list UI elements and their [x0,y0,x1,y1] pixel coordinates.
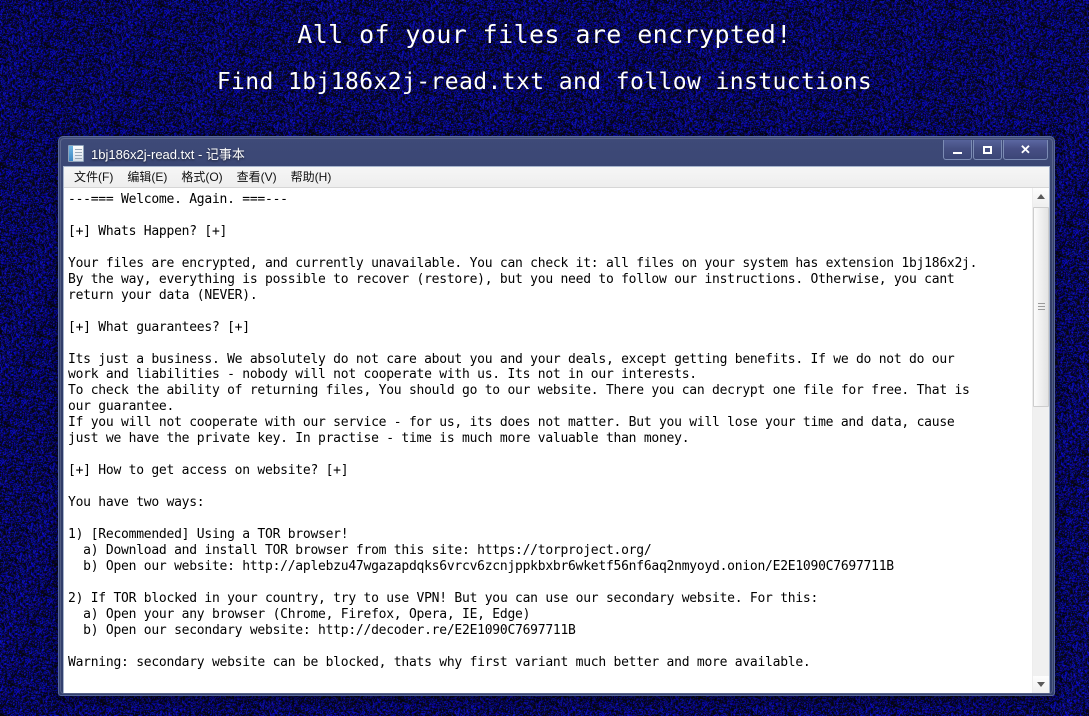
minimize-button[interactable] [943,140,972,160]
desktop-background: All of your files are encrypted! Find 1b… [0,0,1089,716]
menu-item-help[interactable]: 帮助(H) [284,167,339,188]
menu-item-file[interactable]: 文件(F) [67,167,120,188]
menu-bar: 文件(F) 编辑(E) 格式(O) 查看(V) 帮助(H) [64,167,1049,188]
vertical-scrollbar[interactable] [1032,188,1049,693]
menu-item-edit[interactable]: 编辑(E) [120,167,174,188]
wallpaper-headline: All of your files are encrypted! [297,20,792,49]
window-controls: ✕ [942,140,1048,160]
editor-area: ---=== Welcome. Again. ===--- [+] Whats … [64,188,1049,693]
scrollbar-grip-icon [1038,303,1045,304]
notepad-icon [68,144,84,162]
triangle-down-icon [1037,682,1045,687]
close-button[interactable]: ✕ [1003,140,1048,160]
close-icon: ✕ [1020,142,1031,157]
window-client-area: 文件(F) 编辑(E) 格式(O) 查看(V) 帮助(H) ---=== Wel… [63,166,1050,693]
wallpaper-subheadline: Find 1bj186x2j-read.txt and follow instu… [216,69,873,95]
triangle-up-icon [1037,194,1045,199]
menu-item-view[interactable]: 查看(V) [230,167,284,188]
window-bottom-frame [63,693,1050,697]
scroll-down-arrow-icon[interactable] [1033,676,1049,693]
scroll-up-arrow-icon[interactable] [1033,188,1049,205]
menu-item-format[interactable]: 格式(O) [174,167,229,188]
window-title-text: 1bj186x2j-read.txt - 记事本 [91,146,245,162]
ransom-note-text[interactable]: ---=== Welcome. Again. ===--- [+] Whats … [64,188,1032,693]
window-title-bar[interactable]: 1bj186x2j-read.txt - 记事本 ✕ [63,140,1050,166]
maximize-button[interactable] [973,140,1002,160]
maximize-icon [983,145,992,154]
scrollbar-thumb[interactable] [1033,207,1049,407]
minimize-icon [953,152,962,154]
notepad-window: 1bj186x2j-read.txt - 记事本 ✕ 文件(F) 编辑(E) 格… [58,136,1055,696]
